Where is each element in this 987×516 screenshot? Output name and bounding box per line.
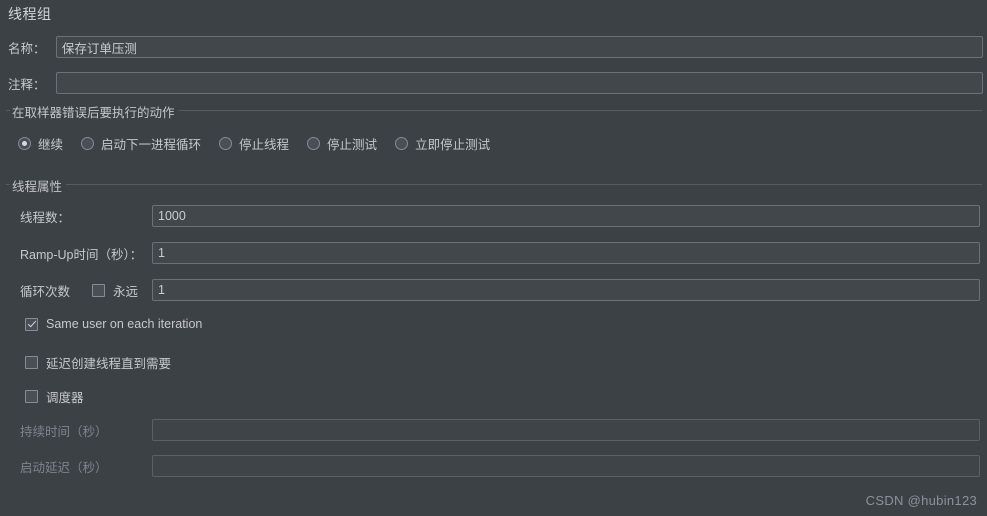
radio-stop-thread-label: 停止线程 — [239, 138, 290, 152]
duration-input[interactable] — [152, 419, 980, 441]
scheduler-label: 调度器 — [46, 391, 84, 405]
radio-stop-test-label: 停止测试 — [327, 138, 378, 152]
ramp-up-input[interactable] — [152, 242, 980, 264]
name-label: 名称： — [8, 41, 46, 56]
loop-count-row: 循环次数 永远 — [20, 279, 980, 301]
scheduler-row: 调度器 — [25, 387, 84, 406]
page-title: 线程组 — [8, 6, 52, 22]
radio-stop-test-now[interactable]: 立即停止测试 — [395, 134, 490, 153]
thread-count-label: 线程数： — [20, 210, 71, 225]
forever-checkbox[interactable]: 永远 — [92, 281, 152, 300]
scheduler-checkbox[interactable]: 调度器 — [25, 387, 84, 406]
delay-create-checkbox[interactable]: 延迟创建线程直到需要 — [25, 353, 171, 372]
thread-properties-legend: 线程属性 — [10, 176, 67, 195]
error-action-radio-group: 继续 启动下一进程循环 停止线程 停止测试 立即停止测试 — [18, 134, 508, 153]
name-input[interactable] — [55, 36, 983, 58]
radio-continue[interactable]: 继续 — [18, 134, 63, 153]
comment-input[interactable] — [55, 72, 983, 94]
comment-label: 注释： — [8, 77, 46, 92]
radio-stop-test[interactable]: 停止测试 — [307, 134, 377, 153]
checkbox-icon — [92, 283, 105, 297]
radio-circle-icon — [395, 137, 409, 150]
radio-circle-icon — [307, 137, 321, 150]
delay-create-label: 延迟创建线程直到需要 — [46, 357, 172, 371]
thread-count-row: 线程数： — [20, 205, 980, 227]
thread-group-panel: 线程组 名称： 注释： 在取样器错误后要执行的动作 继续 启动下一进程循环 停止… — [0, 0, 987, 516]
ramp-up-label: Ramp-Up时间（秒）： — [20, 247, 143, 262]
error-action-groupbox: 在取样器错误后要执行的动作 — [6, 102, 982, 121]
thread-properties-groupbox: 线程属性 — [6, 176, 982, 195]
forever-label: 永远 — [113, 284, 139, 299]
checkbox-checked-icon — [25, 317, 38, 331]
radio-stop-thread[interactable]: 停止线程 — [219, 134, 289, 153]
radio-dot-icon — [18, 137, 31, 150]
ramp-up-row: Ramp-Up时间（秒）： — [20, 242, 980, 264]
radio-circle-icon — [219, 137, 233, 150]
thread-count-input[interactable] — [152, 205, 980, 227]
name-row: 名称： — [8, 36, 983, 58]
loop-count-label: 循环次数 — [20, 284, 71, 299]
radio-circle-icon — [81, 137, 95, 150]
startup-delay-row: 启动延迟（秒） — [20, 455, 980, 477]
delay-create-row: 延迟创建线程直到需要 — [25, 353, 171, 372]
duration-label: 持续时间（秒） — [20, 424, 108, 439]
startup-delay-label: 启动延迟（秒） — [20, 460, 108, 475]
same-user-label: Same user on each iteration — [46, 317, 203, 331]
same-user-row: Same user on each iteration — [25, 317, 202, 331]
radio-start-next-loop[interactable]: 启动下一进程循环 — [81, 134, 201, 153]
checkbox-icon — [25, 390, 38, 403]
radio-stop-test-now-label: 立即停止测试 — [415, 138, 491, 152]
watermark: CSDN @hubin123 — [865, 493, 977, 508]
comment-row: 注释： — [8, 72, 983, 94]
duration-row: 持续时间（秒） — [20, 419, 980, 441]
loop-count-input[interactable] — [152, 279, 980, 301]
checkbox-icon — [25, 356, 38, 369]
same-user-checkbox[interactable]: Same user on each iteration — [25, 317, 202, 331]
error-action-legend: 在取样器错误后要执行的动作 — [10, 102, 179, 121]
radio-start-next-loop-label: 启动下一进程循环 — [101, 138, 202, 152]
radio-continue-label: 继续 — [38, 138, 64, 152]
startup-delay-input[interactable] — [152, 455, 980, 477]
